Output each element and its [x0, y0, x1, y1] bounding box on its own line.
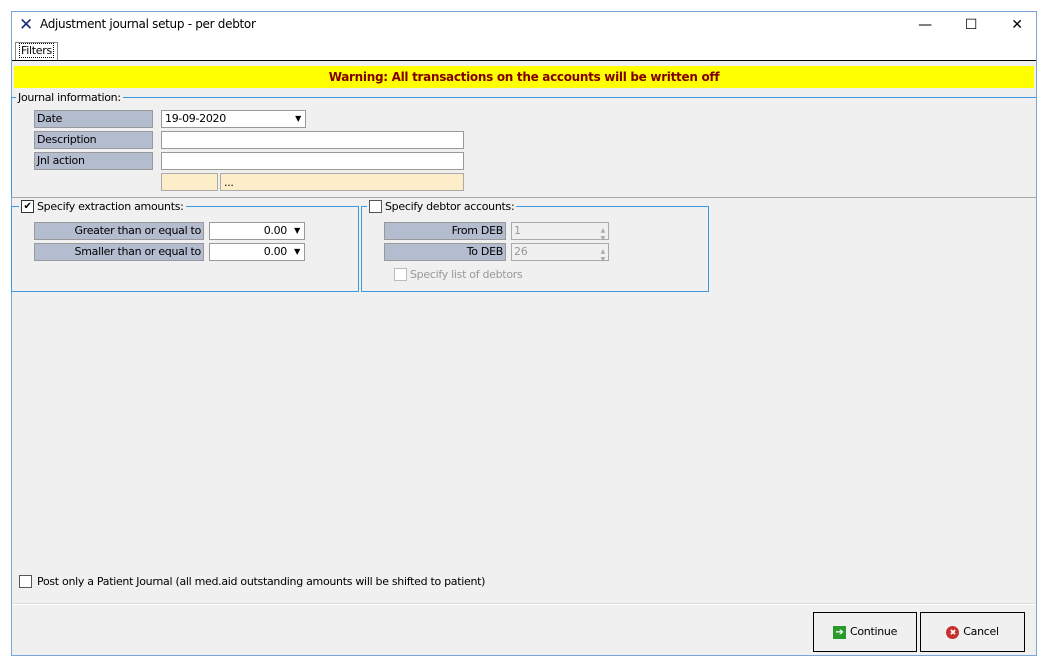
journal-info-legend: Journal information:	[16, 91, 123, 104]
extraction-checkbox[interactable]: ✔	[21, 200, 34, 213]
title-bar: ✕ Adjustment journal setup - per debtor …	[12, 12, 1036, 38]
window-title: Adjustment journal setup - per debtor	[40, 17, 256, 31]
description-input[interactable]	[161, 131, 464, 149]
gte-value: 0.00	[263, 224, 288, 237]
description-label: Description	[34, 131, 153, 149]
to-deb-value: 26	[514, 245, 528, 258]
warning-banner: Warning: All transactions on the account…	[14, 66, 1034, 88]
minimize-button[interactable]: —	[902, 12, 948, 38]
patient-journal-option[interactable]: Post only a Patient Journal (all med.aid…	[19, 575, 485, 588]
chevron-down-icon: ▼	[295, 114, 301, 123]
separator	[12, 603, 1036, 605]
gte-label: Greater than or equal to	[34, 222, 204, 240]
specify-list-checkbox[interactable]	[394, 268, 407, 281]
spin-down-icon[interactable]: ▼	[601, 252, 606, 268]
close-button[interactable]: ✕	[994, 12, 1040, 38]
date-label: Date	[34, 110, 153, 128]
extraction-legend-text: Specify extraction amounts:	[37, 200, 184, 213]
cancel-button[interactable]: ✖ Cancel	[920, 612, 1025, 652]
debtor-checkbox[interactable]	[369, 200, 382, 213]
tab-filters[interactable]: Filters	[15, 42, 58, 60]
jnl-action-label: Jnl action	[34, 152, 153, 170]
continue-button[interactable]: ➔ Continue	[813, 612, 917, 652]
patient-journal-label: Post only a Patient Journal (all med.aid…	[37, 575, 486, 588]
maximize-button[interactable]: ☐	[948, 12, 994, 38]
lte-input[interactable]: 0.00 ▼	[209, 243, 305, 261]
specify-list-option[interactable]: Specify list of debtors	[394, 268, 523, 281]
from-deb-spinner[interactable]: 1 ▲ ▼	[511, 222, 609, 242]
jnl-action-input[interactable]	[161, 152, 464, 170]
debtor-legend-text: Specify debtor accounts:	[385, 200, 515, 213]
gte-input[interactable]: 0.00 ▼	[209, 222, 305, 240]
debtor-legend: Specify debtor accounts:	[367, 200, 517, 213]
to-deb-label: To DEB	[384, 243, 506, 261]
date-value: 19-09-2020	[165, 112, 226, 125]
lte-label: Smaller than or equal to	[34, 243, 204, 261]
lookup-code-field[interactable]	[161, 173, 218, 191]
lte-value: 0.00	[263, 245, 288, 258]
chevron-down-icon[interactable]: ▼	[290, 223, 304, 239]
app-icon: ✕	[19, 15, 33, 35]
continue-label: Continue	[849, 625, 898, 638]
date-dropdown[interactable]: 19-09-2020 ▼	[161, 110, 306, 128]
cancel-icon: ✖	[946, 625, 960, 639]
extraction-legend: ✔ Specify extraction amounts:	[19, 200, 186, 213]
tab-label: Filters	[19, 43, 54, 58]
specify-list-label: Specify list of debtors	[410, 268, 523, 281]
cancel-label: Cancel	[963, 625, 999, 638]
to-deb-spinner[interactable]: 26 ▲ ▼	[511, 243, 609, 263]
patient-journal-checkbox[interactable]	[19, 575, 32, 588]
tab-strip: Filters	[12, 38, 1036, 61]
from-deb-value: 1	[514, 224, 521, 237]
lookup-button[interactable]: ...	[220, 173, 464, 191]
chevron-down-icon[interactable]: ▼	[290, 244, 304, 260]
arrow-right-icon: ➔	[832, 625, 846, 639]
from-deb-label: From DEB	[384, 222, 506, 240]
dialog-window: ✕ Adjustment journal setup - per debtor …	[11, 11, 1037, 656]
